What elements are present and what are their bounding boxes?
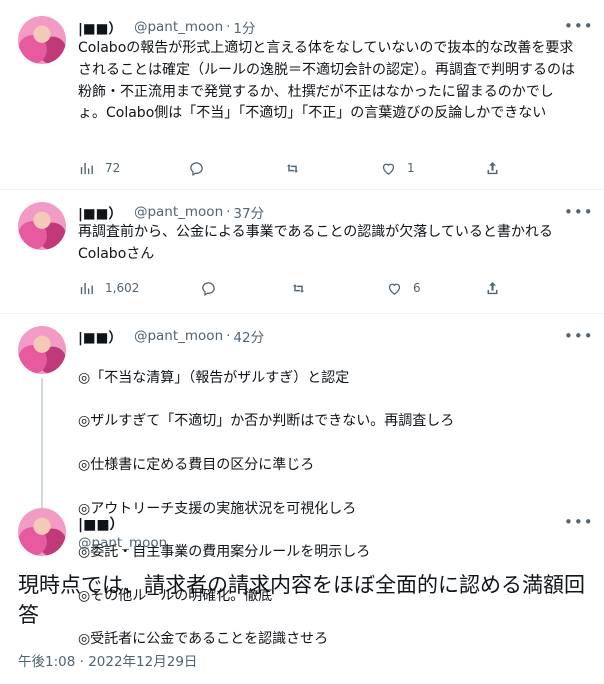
separator-dot: · — [226, 19, 231, 35]
tweet-text-line: ◎仕様書に定める費目の区分に準じろ — [78, 456, 315, 473]
views-button[interactable]: 72 — [78, 158, 120, 178]
likes-count: 6 — [413, 281, 421, 295]
user-handle[interactable]: @pant_moon — [78, 535, 167, 551]
tweet-time[interactable]: 37分 — [233, 202, 264, 222]
reply-button[interactable] — [200, 278, 217, 298]
separator-dot: · — [226, 328, 231, 344]
separator-dot: · — [226, 204, 231, 220]
like-button[interactable]: 6 — [386, 278, 421, 298]
user-handle[interactable]: @pant_moon — [134, 19, 223, 35]
more-options-icon[interactable]: ••• — [564, 202, 593, 222]
avatar[interactable] — [18, 508, 66, 556]
tweet-actions: 72 1 — [78, 158, 518, 178]
tweet-actions: 1,602 6 — [78, 278, 518, 298]
main-tweet: |■■） @pant_moon ••• 現時点では、請求者の請求内容をほぼ全面的… — [0, 506, 604, 684]
timeline: |■■） @pant_moon · 1分 ••• Colaboの報告が形式上適切… — [0, 0, 604, 684]
display-name[interactable]: |■■） — [78, 514, 124, 534]
heart-icon — [382, 163, 395, 175]
tweet-text: Colaboの報告が形式上適切と言える体をなしていないので抜本的な改善を要求され… — [78, 40, 575, 122]
tweet-text: 現時点では、請求者の請求内容をほぼ全面的に認める満額回答 — [18, 573, 585, 627]
tweet-time[interactable]: 1分 — [233, 17, 255, 37]
heart-icon — [388, 283, 401, 295]
display-name[interactable]: |■■） — [78, 17, 122, 37]
display-name[interactable]: |■■） — [78, 326, 122, 346]
tweet[interactable]: |■■） @pant_moon · 1分 ••• Colaboの報告が形式上適切… — [0, 0, 604, 190]
likes-count: 1 — [407, 161, 415, 175]
avatar[interactable] — [18, 326, 66, 374]
views-chart-icon — [80, 162, 93, 174]
retweet-button[interactable] — [284, 158, 301, 178]
views-count: 72 — [105, 161, 121, 175]
share-icon — [487, 281, 498, 294]
more-options-icon[interactable]: ••• — [564, 512, 593, 532]
views-count: 1,602 — [105, 281, 140, 295]
retweet-button[interactable] — [290, 278, 307, 298]
tweet-header: |■■） @pant_moon · 1分 — [78, 17, 256, 37]
thread-connector-line — [41, 378, 43, 510]
tweet-time[interactable]: 42分 — [233, 326, 264, 346]
tweet-text-line: ◎ザルすぎて「不適切」か否か判断はできない。再調査しろ — [78, 413, 455, 430]
like-button[interactable]: 1 — [380, 158, 415, 178]
share-button[interactable] — [484, 278, 501, 298]
more-options-icon[interactable]: ••• — [564, 326, 593, 346]
avatar[interactable] — [18, 16, 66, 64]
share-icon — [487, 161, 498, 174]
more-options-icon[interactable]: ••• — [564, 16, 593, 36]
display-name[interactable]: |■■） — [78, 202, 122, 222]
views-button[interactable]: 1,602 — [78, 278, 139, 298]
tweet-text-line: ◎「不当な清算」（報告がザルすぎ）と認定 — [78, 369, 350, 386]
retweet-icon — [292, 283, 305, 293]
user-handle[interactable]: @pant_moon — [134, 328, 223, 344]
tweet-timestamp[interactable]: 午後1:08 · 2022年12月29日 — [18, 650, 197, 670]
reply-bubble-icon — [190, 161, 203, 176]
tweet-header: |■■） @pant_moon · 42分 — [78, 326, 264, 346]
tweet-header: |■■） @pant_moon · 37分 — [78, 202, 264, 222]
reply-bubble-icon — [202, 281, 215, 296]
share-button[interactable] — [484, 158, 501, 178]
tweet[interactable]: |■■） @pant_moon · 42分 ••• ◎「不当な清算」（報告がザル… — [0, 314, 604, 647]
reply-button[interactable] — [188, 158, 205, 178]
tweet-text: 再調査前から、公金による事業であることの認識が欠落していると書かれるColabo… — [78, 224, 553, 262]
tweet[interactable]: |■■） @pant_moon · 37分 ••• 再調査前から、公金による事業… — [0, 190, 604, 314]
avatar[interactable] — [18, 202, 66, 250]
views-chart-icon — [80, 282, 93, 294]
retweet-icon — [286, 163, 299, 173]
user-handle[interactable]: @pant_moon — [134, 204, 223, 220]
